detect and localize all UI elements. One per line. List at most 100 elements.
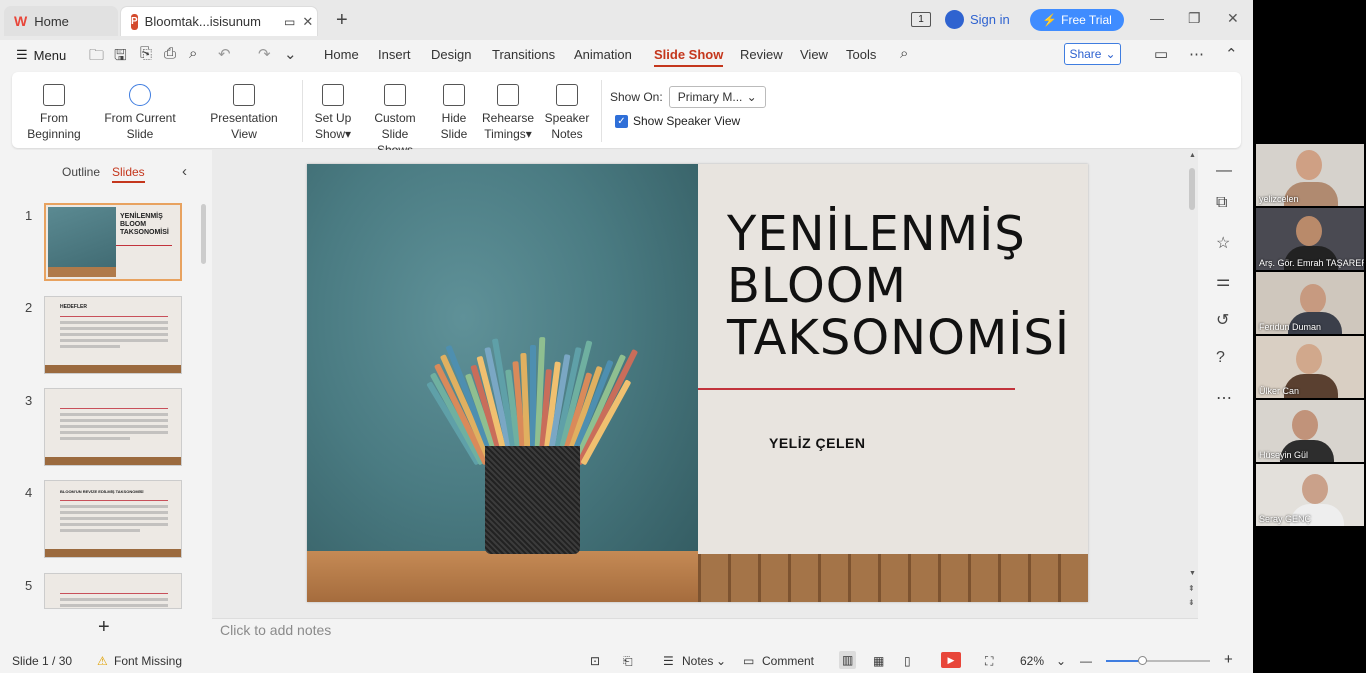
scroll-thumb[interactable] (1189, 168, 1195, 210)
hide-slide-button[interactable]: Hide Slide (436, 84, 472, 142)
participant-tile[interactable]: Arş. Gör. Emrah TAŞARER (1256, 208, 1364, 270)
history-icon[interactable]: ↺ (1216, 310, 1229, 330)
set-up-show-button[interactable]: Set Up Show▾ (310, 84, 356, 142)
participant-tile[interactable]: yelizcelen (1256, 144, 1364, 206)
share-file-icon[interactable]: ⎘ (140, 45, 152, 62)
export-icon[interactable]: ⎗ (623, 654, 633, 669)
minimize-panel-icon[interactable]: — (1216, 162, 1232, 180)
sign-in-button[interactable]: Sign in (945, 10, 1010, 29)
slide-thumbnail-5[interactable] (44, 573, 182, 609)
print-icon[interactable]: ⎙ (164, 45, 176, 62)
free-trial-label: Free Trial (1061, 13, 1112, 27)
show-speaker-view-checkbox[interactable]: ✓ Show Speaker View (615, 114, 740, 128)
from-current-slide-label: From Current Slide (104, 111, 176, 141)
tab-home-ribbon[interactable]: Home (324, 47, 359, 62)
participant-tile[interactable]: Feridun Duman (1256, 272, 1364, 334)
menu-button[interactable]: ☰ Menu (16, 47, 66, 63)
fit-window-icon[interactable]: ⛶ (985, 654, 993, 669)
chevron-down-icon[interactable]: ⌄ (1056, 654, 1066, 668)
undo-icon[interactable]: ↶ (218, 45, 231, 63)
zoom-slider[interactable] (1106, 656, 1210, 665)
participant-tile[interactable]: Ülker Can (1256, 336, 1364, 398)
collapse-ribbon-icon[interactable]: ⌃ (1225, 45, 1238, 63)
reading-view-icon[interactable]: ▯ (904, 654, 911, 668)
from-current-slide-button[interactable]: From Current Slide (90, 84, 190, 142)
help-icon[interactable]: ? (1216, 349, 1225, 367)
zoom-slider-handle[interactable] (1138, 656, 1148, 665)
free-trial-button[interactable]: ⚡ Free Trial (1030, 9, 1124, 31)
normal-view-icon[interactable]: ▥ (839, 651, 857, 669)
comment-icon[interactable]: ▭ (743, 654, 754, 668)
comment-panel-icon[interactable]: ▭ (1154, 45, 1168, 63)
minimize-icon[interactable]: — (1150, 10, 1164, 26)
slide-title[interactable]: YENİLENMİŞ BLOOM TAKSONOMİSİ (727, 208, 1070, 364)
adjust-sliders-icon[interactable]: ⚌ (1216, 271, 1230, 291)
scroll-down-icon[interactable]: ▼ (1189, 570, 1196, 577)
add-slide-button[interactable]: + (98, 616, 110, 639)
ribbon-separator (302, 80, 303, 142)
zoom-level[interactable]: 62% (1020, 654, 1044, 668)
more-quick-access-icon[interactable]: ⌄ (284, 45, 297, 63)
rehearse-timings-button[interactable]: Rehearse Timings▾ (480, 84, 536, 142)
redo-icon[interactable]: ↷ (258, 45, 271, 63)
tab-animation[interactable]: Animation (574, 47, 632, 62)
slide-thumbnail-4[interactable]: BLOOM'UN REVİZE EDİLMİŞ TAKSONOMİSİ (44, 480, 182, 558)
scroll-up-icon[interactable]: ▲ (1189, 152, 1196, 159)
tab-design[interactable]: Design (431, 47, 471, 62)
tab-view[interactable]: View (800, 47, 828, 62)
open-folder-icon[interactable]: 🗀 (89, 45, 104, 70)
speaker-notes-button[interactable]: Speaker Notes (542, 84, 592, 142)
close-tab-icon[interactable]: ✕ (302, 14, 313, 30)
tab-slides[interactable]: Slides (112, 165, 145, 183)
custom-slide-shows-button[interactable]: Custom Slide Shows (362, 84, 428, 158)
tab-slide-show[interactable]: Slide Show (654, 47, 724, 67)
slide-sorter-icon[interactable]: ▦ (873, 654, 884, 668)
zoom-out-icon[interactable]: — (1080, 654, 1092, 668)
slide-layout-icon[interactable]: ⧉ (1216, 194, 1227, 212)
tab-review[interactable]: Review (740, 47, 783, 62)
presentation-view-button[interactable]: Presentation View (196, 84, 292, 142)
notes-toggle-icon[interactable]: ☰ (663, 654, 674, 668)
notes-input[interactable]: Click to add notes (212, 618, 1198, 648)
comment-toggle[interactable]: Comment (762, 654, 814, 668)
save-icon[interactable]: 🖫 (114, 45, 127, 70)
more-tools-icon[interactable]: ⋯ (1216, 388, 1232, 408)
slide-thumbnail-2[interactable]: HEDEFLER (44, 296, 182, 374)
tab-home[interactable]: W Home (4, 6, 118, 36)
from-beginning-button[interactable]: From Beginning (26, 84, 82, 142)
participant-tile[interactable]: Seray GENÇ (1256, 464, 1364, 526)
collapse-pane-icon[interactable]: ‹ (182, 163, 187, 180)
play-slideshow-icon[interactable]: ▶ (941, 652, 961, 668)
slide-author[interactable]: YELİZ ÇELEN (769, 435, 866, 451)
previous-slide-icon[interactable]: ⇞ (1188, 584, 1195, 593)
fit-slide-icon[interactable]: ⊡ (590, 654, 600, 668)
slide-thumbnail-pane: Outline Slides ‹ 1 YENİLENMİŞ BLOOM TAKS… (0, 150, 212, 638)
tab-document[interactable]: P Bloomtak...isisunum ▭ ✕ (120, 6, 318, 36)
zoom-in-icon[interactable]: + (1224, 651, 1233, 668)
next-slide-icon[interactable]: ⇟ (1188, 598, 1195, 607)
slide-thumbnail-1[interactable]: YENİLENMİŞ BLOOM TAKSONOMİSİ (44, 203, 182, 281)
search-icon[interactable]: ⌕ (900, 45, 908, 62)
tab-tools[interactable]: Tools (846, 47, 876, 62)
tab-transitions[interactable]: Transitions (492, 47, 555, 62)
slide-thumbnail-3[interactable] (44, 388, 182, 466)
slide-counter-badge[interactable]: 1 (911, 12, 931, 27)
notes-toggle[interactable]: Notes (682, 654, 713, 668)
tab-insert[interactable]: Insert (378, 47, 411, 62)
new-tab-button[interactable]: + (336, 9, 348, 32)
restore-icon[interactable]: ❐ (1188, 10, 1201, 27)
participant-tile[interactable]: Hüseyin Gül (1256, 400, 1364, 462)
thumbnail-red-line (60, 593, 168, 594)
print-preview-icon[interactable]: ⌕ (189, 45, 197, 62)
show-on-select[interactable]: Primary M... ⌄ (668, 86, 766, 108)
font-missing-link[interactable]: Font Missing (114, 654, 182, 668)
tab-outline[interactable]: Outline (62, 165, 100, 179)
more-options-icon[interactable]: ⋯ (1189, 45, 1204, 63)
canvas-scrollbar[interactable]: ▲ ▼ ⇞ ⇟ (1187, 150, 1198, 618)
slide-1[interactable]: YENİLENMİŞ BLOOM TAKSONOMİSİ YELİZ ÇELEN (307, 164, 1088, 602)
star-icon[interactable]: ☆ (1216, 233, 1230, 253)
thumbnail-scrollbar[interactable] (201, 204, 206, 264)
close-window-icon[interactable]: ✕ (1227, 10, 1239, 27)
share-button[interactable]: Share ⌄ (1064, 43, 1121, 65)
pencil-cup (485, 446, 580, 554)
